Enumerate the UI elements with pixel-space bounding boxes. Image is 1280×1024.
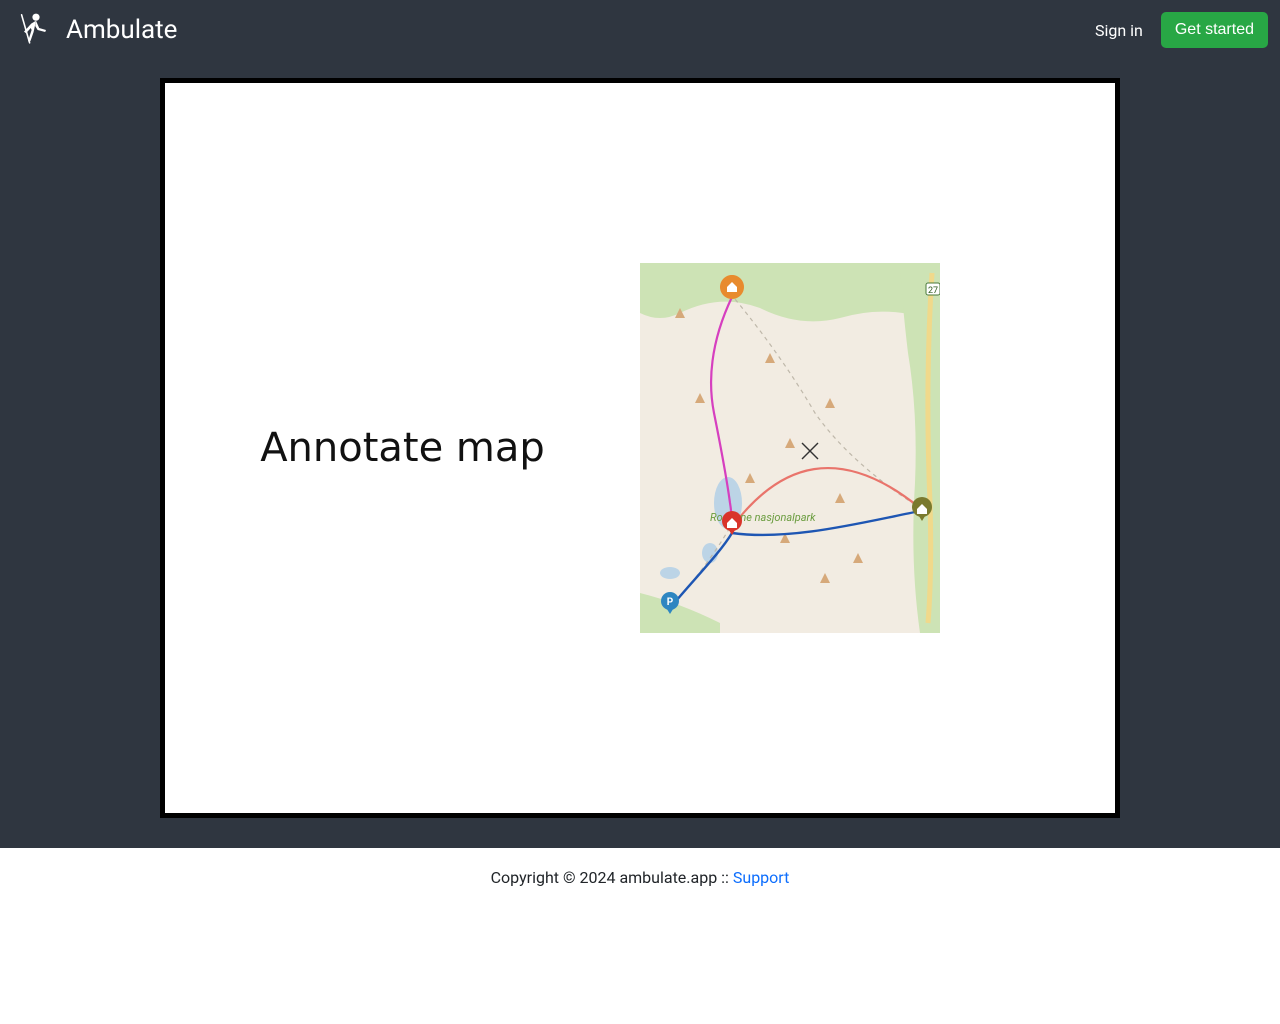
slide-title: Annotate map: [260, 425, 545, 471]
footer: Copyright © 2024 ambulate.app :: Support: [0, 848, 1280, 907]
brand-name: Ambulate: [66, 15, 177, 45]
footer-support-link[interactable]: Support: [733, 868, 789, 887]
svg-text:P: P: [667, 597, 674, 608]
stage: Annotate map: [0, 60, 1280, 848]
brand-link[interactable]: Ambulate: [12, 10, 177, 50]
road-label-icon: 27: [926, 283, 940, 296]
slide-map-column: 27 Rondane nasjonalpark: [640, 263, 1115, 633]
slide-frame: Annotate map: [160, 78, 1120, 818]
navbar: Ambulate Sign in Get started: [0, 0, 1280, 60]
road-number: 27: [928, 286, 938, 296]
sign-in-link[interactable]: Sign in: [1083, 13, 1155, 48]
footer-copyright: Copyright © 2024 ambulate.app ::: [491, 868, 733, 887]
brand-logo-icon: [12, 10, 52, 50]
slide: Annotate map: [165, 83, 1115, 813]
annotated-map-image: 27 Rondane nasjonalpark: [640, 263, 940, 633]
slide-text-column: Annotate map: [165, 425, 640, 471]
get-started-button[interactable]: Get started: [1161, 12, 1268, 48]
marker-orange-home-icon: [720, 275, 744, 299]
